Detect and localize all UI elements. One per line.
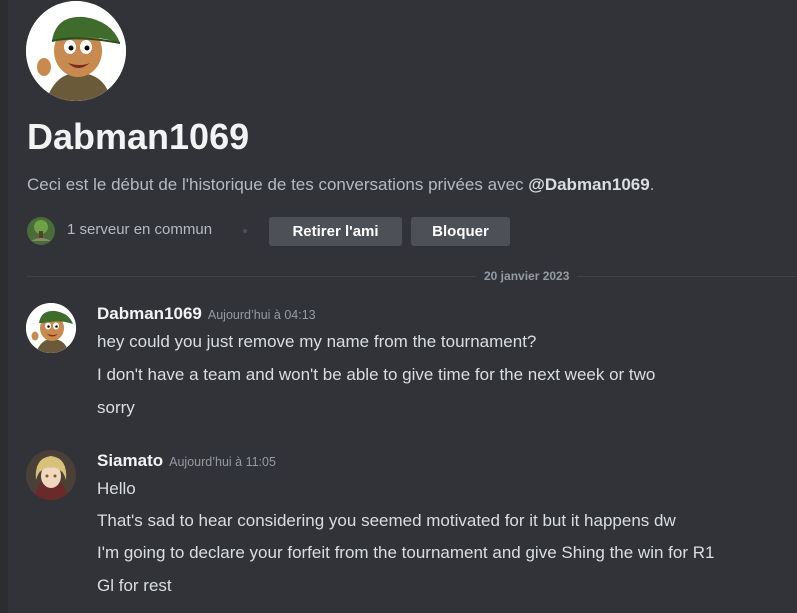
- message-timestamp: Aujourd’hui à 11:05: [169, 455, 276, 469]
- conversation-intro: Ceci est le début de l'historique de tes…: [27, 173, 654, 197]
- profile-username: Dabman1069: [27, 116, 250, 157]
- author-name[interactable]: Siamato: [97, 451, 163, 470]
- separator-dot: [243, 229, 247, 233]
- profile-avatar[interactable]: [26, 1, 126, 101]
- message-text: That's sad to hear considering you seeme…: [97, 511, 676, 530]
- message-text: Gl for rest: [97, 576, 172, 595]
- intro-suffix: .: [649, 175, 655, 194]
- remove-friend-button[interactable]: Retirer l'ami: [269, 217, 402, 246]
- message-text: Hello: [97, 479, 136, 498]
- message-text: hey could you just remove my name from t…: [97, 332, 537, 351]
- message-header: Dabman1069 Aujourd’hui à 04:13: [97, 304, 316, 324]
- author-avatar[interactable]: [26, 303, 76, 353]
- user-mention[interactable]: @Dabman1069: [528, 175, 649, 194]
- block-button[interactable]: Bloquer: [411, 217, 510, 246]
- author-name[interactable]: Dabman1069: [97, 304, 202, 323]
- author-avatar[interactable]: [26, 450, 76, 500]
- anime-character-avatar-icon: [26, 450, 76, 500]
- server-icon[interactable]: [27, 217, 55, 245]
- message-text: sorry: [97, 398, 135, 417]
- message-text: I don't have a team and won't be able to…: [97, 365, 656, 384]
- cartoon-boy-avatar-icon: [26, 303, 76, 353]
- dm-channel: Dabman1069 Ceci est le début de l'histor…: [0, 0, 797, 613]
- date-divider-label: 20 janvier 2023: [476, 268, 578, 284]
- message-header: Siamato Aujourd’hui à 11:05: [97, 451, 276, 471]
- date-divider: [27, 276, 797, 277]
- mutual-servers-link[interactable]: 1 serveur en commun: [67, 221, 212, 238]
- message-timestamp: Aujourd’hui à 04:13: [207, 308, 316, 322]
- message-text: I'm going to declare your forfeit from t…: [97, 543, 715, 562]
- scrollbar[interactable]: [0, 0, 8, 613]
- cartoon-boy-avatar-icon: [26, 1, 126, 101]
- intro-prefix: Ceci est le début de l'historique de tes…: [27, 175, 529, 194]
- mutual-servers-row: 1 serveur en commun Retirer l'ami Bloque…: [27, 215, 587, 247]
- server-icon-graphic: [27, 217, 55, 245]
